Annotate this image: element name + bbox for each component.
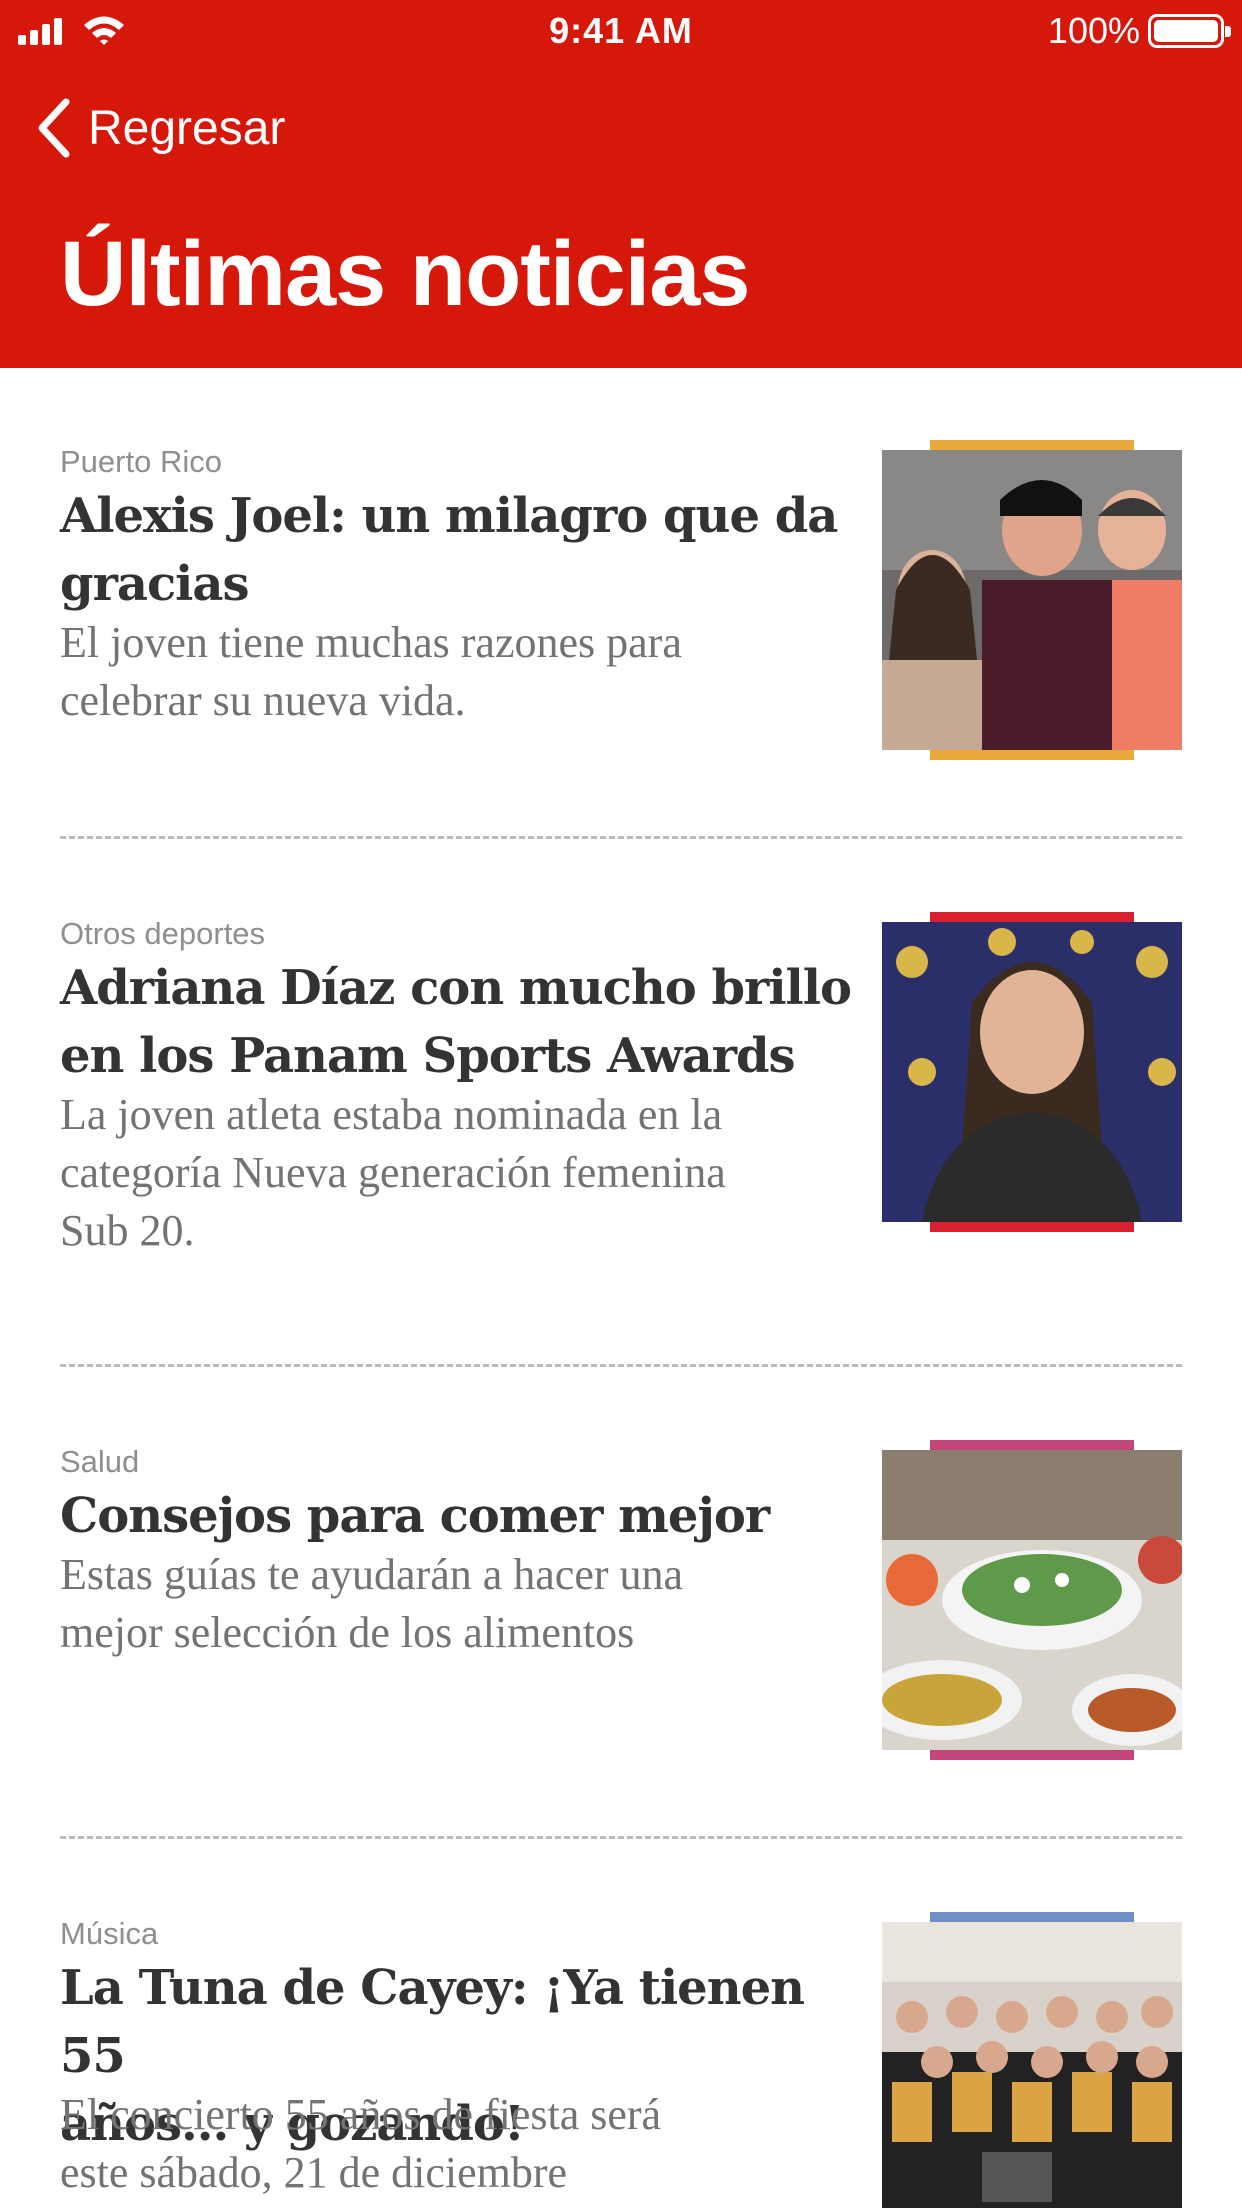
thumbnail-accent-bar xyxy=(930,1750,1134,1760)
header: 9:41 AM 100% Regresar Últimas noticias xyxy=(0,0,1242,368)
thumbnail-accent-bar xyxy=(930,1912,1134,1922)
article-headline: Consejos para comer mejor xyxy=(60,1488,770,1544)
thumbnail-accent-bar xyxy=(930,440,1134,450)
article-item[interactable]: Música La Tuna de Cayey: ¡Ya tienen 55 a… xyxy=(60,1912,1182,2208)
article-category: Salud xyxy=(60,1444,140,1479)
back-button-label: Regresar xyxy=(88,101,286,155)
article-thumbnail xyxy=(882,922,1182,1222)
battery-icon xyxy=(1148,14,1231,48)
article-category: Puerto Rico xyxy=(60,444,222,479)
article-summary: El joven tiene muchas razones para celeb… xyxy=(60,618,682,725)
article-thumbnail xyxy=(882,1450,1182,1750)
thumbnail-accent-bar xyxy=(930,1222,1134,1232)
page-title: Últimas noticias xyxy=(60,223,751,325)
thumbnail-accent-bar xyxy=(930,750,1134,760)
article-headline: Adriana Díaz con mucho brillo en los Pan… xyxy=(60,960,852,1084)
article-summary: Estas guías te ayudarán a hacer una mejo… xyxy=(60,1550,684,1657)
article-headline: Alexis Joel: un milagro que da gracias xyxy=(60,488,838,612)
divider xyxy=(60,1836,1182,1839)
divider xyxy=(60,1364,1182,1367)
article-item[interactable]: Salud Consejos para comer mejor Estas gu… xyxy=(60,1440,1182,1774)
back-button[interactable]: Regresar xyxy=(36,92,285,164)
battery-percentage: 100% xyxy=(1047,10,1140,51)
article-item[interactable]: Puerto Rico Alexis Joel: un milagro que … xyxy=(60,440,1182,774)
divider xyxy=(60,836,1182,839)
status-bar: 9:41 AM 100% xyxy=(0,0,1242,62)
thumbnail-accent-bar xyxy=(930,912,1134,922)
article-item[interactable]: Otros deportes Adriana Díaz con mucho br… xyxy=(60,912,1182,1296)
article-thumbnail xyxy=(882,450,1182,750)
article-thumbnail xyxy=(882,1922,1182,2208)
article-summary: El concierto 55 años de fiesta será este… xyxy=(60,2090,662,2197)
chevron-left-icon xyxy=(38,98,70,158)
article-category: Otros deportes xyxy=(60,916,266,951)
thumbnail-accent-bar xyxy=(930,1440,1134,1450)
article-summary: La joven atleta estaba nominada en la ca… xyxy=(60,1090,726,1255)
article-category: Música xyxy=(60,1916,159,1951)
